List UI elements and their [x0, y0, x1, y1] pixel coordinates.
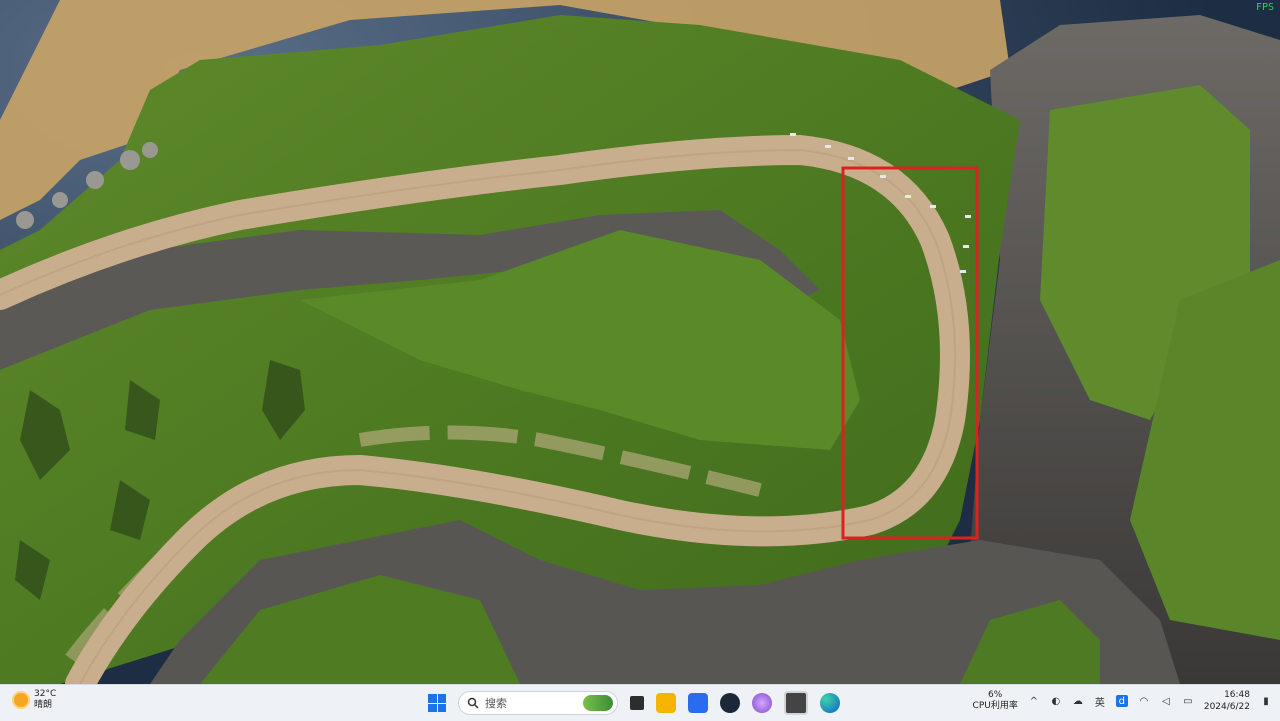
- weather-condition: 晴朗: [34, 700, 53, 710]
- search-box[interactable]: 搜索: [458, 691, 618, 715]
- steam-icon[interactable]: [720, 693, 740, 713]
- task-view-icon[interactable]: [630, 696, 644, 710]
- weather-temperature: 32°C: [34, 689, 57, 699]
- cloud-icon[interactable]: ☁: [1072, 695, 1084, 707]
- clock-date: 2024/6/22: [1203, 702, 1250, 712]
- search-highlight-icon: [583, 695, 613, 711]
- sun-icon: [14, 693, 28, 707]
- browser-icon[interactable]: [752, 693, 772, 713]
- fps-counter: FPS: [1255, 2, 1274, 13]
- feishu-icon[interactable]: [688, 693, 708, 713]
- clock[interactable]: 16:48 2024/6/22: [1204, 689, 1250, 713]
- ime-indicator[interactable]: 英: [1094, 695, 1106, 709]
- game-scene: [0, 0, 1280, 684]
- system-tray: 6% CPU利用率 ^ ◐ ☁ 英 d ◠ ◁ ▭ 16:48 2024/6/2…: [973, 689, 1272, 713]
- taskbar-center: 搜索: [428, 690, 840, 716]
- notification-icon[interactable]: ▮: [1260, 695, 1272, 707]
- game-app-icon[interactable]: [784, 691, 808, 715]
- game-viewport[interactable]: FPS: [0, 0, 1280, 684]
- search-placeholder: 搜索: [485, 697, 507, 710]
- du-tray-icon[interactable]: d: [1115, 695, 1128, 707]
- cpu-label: CPU利用率: [972, 701, 1018, 711]
- taskbar: 32°C 晴朗 搜索 6% CPU利用率 ^ ◐ ☁ 英 d ◠ ◁ ▭ 16:: [0, 684, 1280, 721]
- edge-icon[interactable]: [820, 693, 840, 713]
- weather-widget[interactable]: 32°C 晴朗: [14, 689, 56, 711]
- clock-time: 16:48: [1224, 690, 1250, 700]
- cpu-meter[interactable]: 6% CPU利用率: [973, 690, 1018, 712]
- wifi-icon[interactable]: ◠: [1138, 695, 1150, 707]
- chevron-up-icon[interactable]: ^: [1028, 695, 1040, 707]
- search-icon: [467, 697, 479, 709]
- folder-icon[interactable]: [656, 693, 676, 713]
- volume-icon[interactable]: ◁: [1160, 695, 1172, 707]
- cpu-percent: 6%: [988, 690, 1003, 700]
- battery-icon[interactable]: ▭: [1182, 695, 1194, 707]
- app-tray-icon[interactable]: ◐: [1050, 695, 1062, 707]
- windows-start-icon[interactable]: [428, 694, 446, 712]
